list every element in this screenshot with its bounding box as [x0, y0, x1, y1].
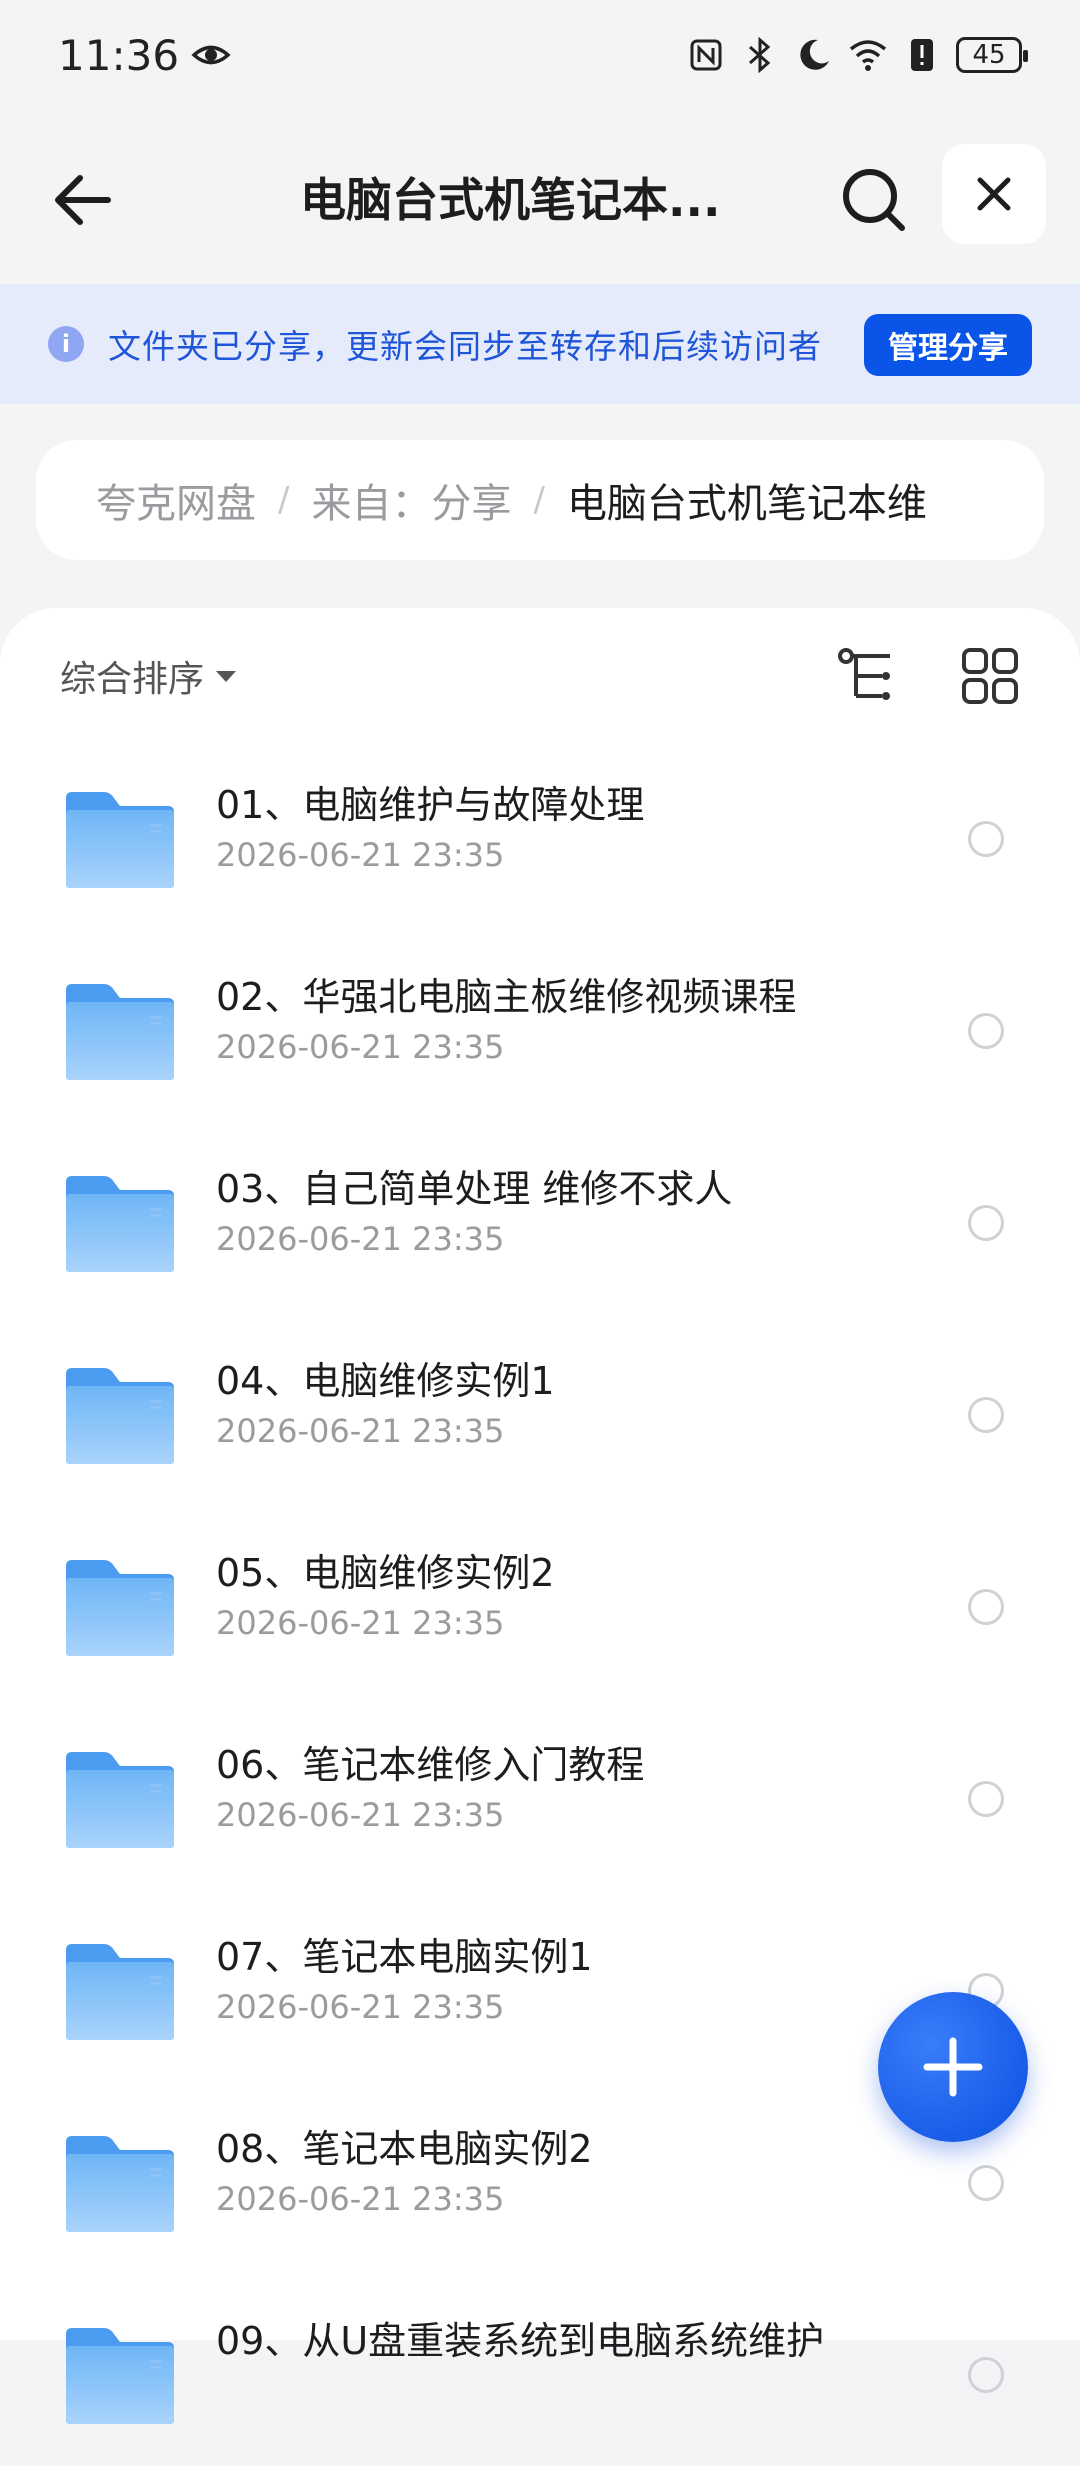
page-title: 电脑台式机笔记本... — [300, 173, 721, 227]
select-checkbox[interactable] — [968, 1589, 1004, 1625]
battery-indicator: 45 — [956, 37, 1028, 73]
file-name: 02、华强北电脑主板维修视频课程 — [216, 975, 797, 1019]
breadcrumb-item-share[interactable]: 来自：分享 — [311, 471, 511, 529]
bluetooth-icon — [749, 36, 771, 74]
folder-icon — [66, 984, 174, 1080]
folder-icon — [66, 1752, 174, 1848]
file-date: 2026-06-21 23:35 — [216, 1028, 505, 1066]
file-date: 2026-06-21 23:35 — [216, 1988, 505, 2026]
file-name: 07、笔记本电脑实例1 — [216, 1935, 593, 1979]
nfc-icon — [690, 39, 722, 71]
file-row[interactable]: 02、华强北电脑主板维修视频课程 2026-06-21 23:35 — [0, 930, 1080, 1122]
file-name: 05、电脑维修实例2 — [216, 1551, 555, 1595]
file-row[interactable]: 03、自己简单处理 维修不求人 2026-06-21 23:35 — [0, 1122, 1080, 1314]
file-row[interactable]: 01、电脑维护与故障处理 2026-06-21 23:35 — [0, 738, 1080, 930]
file-row[interactable]: 04、电脑维修实例1 2026-06-21 23:35 — [0, 1314, 1080, 1506]
breadcrumb-separator: / — [533, 480, 545, 520]
file-date: 2026-06-21 23:35 — [216, 1604, 505, 1642]
breadcrumb-separator: / — [278, 480, 290, 520]
select-checkbox[interactable] — [968, 2165, 1004, 2201]
share-notice-text: 文件夹已分享，更新会同步至转存和后续访问者 — [108, 327, 822, 366]
list-toolbar: 综合排序 — [0, 608, 1080, 738]
info-icon: i — [48, 326, 84, 362]
breadcrumb-item-current: 电脑台式机笔记本维 — [566, 481, 927, 527]
file-date: 2026-06-21 23:35 — [216, 2180, 505, 2218]
breadcrumb: 夸克网盘 / 来自：分享 / 电脑台式机笔记本维 — [36, 440, 1044, 560]
add-button[interactable] — [878, 1992, 1028, 2142]
select-checkbox[interactable] — [968, 2357, 1004, 2393]
folder-icon — [66, 1560, 174, 1656]
folder-icon — [66, 2136, 174, 2232]
tree-view-icon[interactable] — [836, 644, 900, 708]
folder-icon — [66, 2328, 174, 2424]
folder-icon — [66, 1176, 174, 1272]
select-checkbox[interactable] — [968, 1781, 1004, 1817]
file-name: 09、从U盘重装系统到电脑系统维护 — [216, 2319, 825, 2363]
file-date: 2026-06-21 23:35 — [216, 1796, 505, 1834]
alert-icon — [911, 39, 933, 71]
folder-icon — [66, 1944, 174, 2040]
status-bar: 11:36 45 — [0, 0, 1080, 110]
file-name: 08、笔记本电脑实例2 — [216, 2127, 593, 2171]
folder-icon — [66, 792, 174, 888]
file-row[interactable]: 06、笔记本维修入门教程 2026-06-21 23:35 — [0, 1698, 1080, 1890]
file-row[interactable]: 09、从U盘重装系统到电脑系统维护 — [0, 2274, 1080, 2466]
file-date: 2026-06-21 23:35 — [216, 1412, 505, 1450]
select-checkbox[interactable] — [968, 1013, 1004, 1049]
file-list: 01、电脑维护与故障处理 2026-06-21 23:35 02、华强北电脑主板… — [0, 738, 1080, 2466]
search-icon[interactable] — [836, 162, 912, 238]
plus-icon — [923, 2037, 983, 2097]
arrow-left-icon[interactable] — [44, 162, 120, 238]
sort-dropdown[interactable]: 综合排序 — [60, 650, 237, 702]
file-date: 2026-06-21 23:35 — [216, 1220, 505, 1258]
wifi-icon — [849, 40, 887, 71]
select-checkbox[interactable] — [968, 1205, 1004, 1241]
sort-label: 综合排序 — [60, 659, 205, 700]
battery-level: 45 — [972, 40, 1006, 70]
close-icon — [977, 177, 1011, 211]
app-header: 电脑台式机笔记本... — [0, 140, 1080, 250]
file-name: 03、自己简单处理 维修不求人 — [216, 1167, 733, 1211]
grid-view-icon[interactable] — [958, 644, 1022, 708]
file-date: 2026-06-21 23:35 — [216, 836, 505, 874]
breadcrumb-item-root[interactable]: 夸克网盘 — [96, 471, 256, 529]
manage-share-button[interactable]: 管理分享 — [864, 314, 1032, 376]
share-notice-banner: i 文件夹已分享，更新会同步至转存和后续访问者 管理分享 — [0, 284, 1080, 404]
eye-icon — [191, 45, 231, 65]
select-checkbox[interactable] — [968, 821, 1004, 857]
select-checkbox[interactable] — [968, 1397, 1004, 1433]
caret-down-icon — [216, 670, 237, 682]
close-button[interactable] — [942, 144, 1046, 244]
file-name: 01、电脑维护与故障处理 — [216, 783, 645, 827]
folder-icon — [66, 1368, 174, 1464]
moon-icon — [800, 39, 829, 70]
file-row[interactable]: 05、电脑维修实例2 2026-06-21 23:35 — [0, 1506, 1080, 1698]
status-time: 11:36 — [58, 30, 180, 80]
file-name: 06、笔记本维修入门教程 — [216, 1743, 645, 1787]
file-name: 04、电脑维修实例1 — [216, 1359, 555, 1403]
